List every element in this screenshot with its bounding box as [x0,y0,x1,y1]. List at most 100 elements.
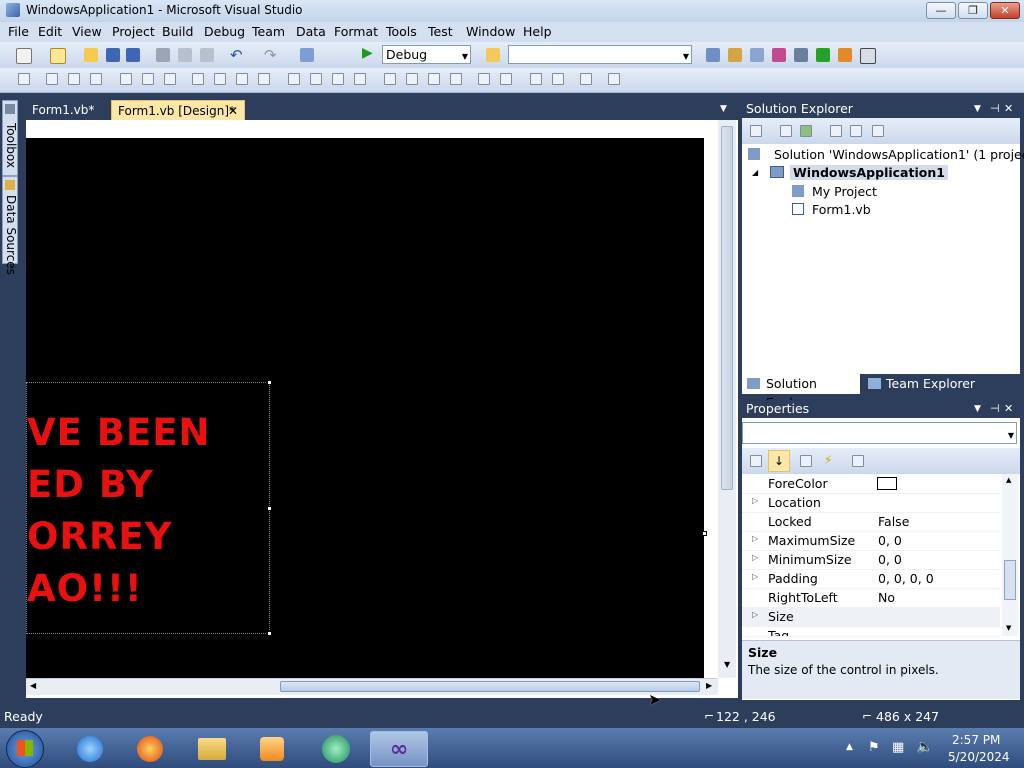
maximize-button[interactable]: ❐ [958,2,988,19]
save-icon[interactable] [106,48,120,62]
action-center-icon[interactable]: ⚑ [868,740,880,755]
tools-icon[interactable] [794,48,808,62]
clock-date[interactable]: 5/20/2024 [948,750,1010,764]
center-horizontally-icon[interactable] [478,73,490,85]
redo-icon[interactable]: ↷ [264,46,277,64]
align-bottoms-icon[interactable] [164,73,176,85]
volume-icon[interactable]: 🔈 [916,739,933,755]
find-in-files-icon[interactable] [486,48,500,62]
tab-form1-code[interactable]: Form1.vb* [26,100,110,122]
v-spacing-increase-icon[interactable] [406,73,418,85]
menu-project[interactable]: Project [112,24,155,39]
tree-item-solution[interactable]: Solution 'WindowsApplication1' (1 projec… [774,147,1024,162]
show-hidden-icons[interactable]: ▲ [846,742,853,752]
view-designer-icon[interactable] [850,125,862,137]
v-spacing-equal-icon[interactable] [384,73,396,85]
find-dropdown[interactable]: ▼ [508,45,692,64]
expand-icon[interactable]: ▷ [752,496,758,505]
scroll-left-icon[interactable]: ◀ [30,681,36,690]
align-centers-icon[interactable] [68,73,80,85]
properties-icon[interactable] [750,125,762,137]
firefox-taskbar-button[interactable] [122,731,178,767]
send-to-back-icon[interactable] [552,73,564,85]
close-tab-icon[interactable]: ✕ [228,101,238,121]
resize-handle[interactable] [267,506,272,511]
undo-icon[interactable]: ↶ [230,46,243,64]
new-project-icon[interactable] [16,48,32,64]
close-panel-icon[interactable]: ✕ [1004,100,1013,118]
media-player-taskbar-button[interactable] [244,731,300,767]
events-icon[interactable]: ⚡ [824,453,832,467]
menu-test[interactable]: Test [428,24,453,39]
properties-scrollbar[interactable]: ▲ ▼ [1002,474,1018,636]
vertical-scroll-thumb[interactable] [721,126,733,490]
property-row-locked[interactable]: Locked False [742,512,1000,532]
property-row-tag[interactable]: Tag [742,626,1000,637]
solution-explorer-icon[interactable] [706,48,720,62]
start-debugging-icon[interactable]: ▶ [362,45,373,61]
form-resize-handle[interactable] [702,531,707,536]
scroll-down-icon[interactable]: ▼ [724,660,730,669]
menu-file[interactable]: File [8,24,29,39]
property-row-padding[interactable]: ▷ Padding 0, 0, 0, 0 [742,569,1000,589]
tab-team-explorer[interactable]: Team Explorer [864,374,1014,394]
v-spacing-remove-icon[interactable] [450,73,462,85]
menu-tools[interactable]: Tools [386,24,417,39]
selected-label[interactable]: VE BEEN ED BY ORREY AO!!! [26,382,270,634]
solution-config-dropdown[interactable]: Debug ▼ [382,45,471,64]
properties-view-icon[interactable] [800,455,812,467]
tab-solution-explorer[interactable]: Solution Explorer [742,374,860,410]
explorer-taskbar-button[interactable] [184,731,240,767]
v-spacing-decrease-icon[interactable] [428,73,440,85]
alphabetical-icon[interactable]: ↓ [768,450,790,472]
tree-item-my-project[interactable]: My Project [812,184,877,199]
align-middles-icon[interactable] [142,73,154,85]
minimize-button[interactable]: — [926,2,956,19]
size-to-grid-icon[interactable] [214,73,226,85]
tab-form1-design[interactable]: Form1.vb [Design]* ✕ [111,100,245,122]
designer-vertical-scrollbar[interactable]: ▼ [718,120,736,678]
align-lefts-icon[interactable] [46,73,58,85]
align-rights-icon[interactable] [90,73,102,85]
class-diagram-icon[interactable] [872,125,884,137]
ie-taskbar-button[interactable] [62,731,118,767]
open-file-icon[interactable] [84,48,98,62]
scroll-right-icon[interactable]: ▶ [706,681,712,690]
object-selector-dropdown[interactable]: ▼ [742,422,1017,444]
data-sources-tab[interactable]: Data Sources [2,176,18,275]
visual-studio-taskbar-button[interactable]: ∞ [370,731,428,767]
menu-build[interactable]: Build [162,24,193,39]
view-code-icon[interactable] [830,125,842,137]
make-same-width-icon[interactable] [192,73,204,85]
property-row-minimumsize[interactable]: ▷ MinimumSize 0, 0 [742,550,1000,570]
class-view-icon[interactable] [838,48,852,62]
resize-handle[interactable] [267,380,272,385]
menu-data[interactable]: Data [296,24,326,39]
h-spacing-increase-icon[interactable] [310,73,322,85]
h-spacing-equal-icon[interactable] [288,73,300,85]
property-pages-icon[interactable] [852,455,864,467]
make-same-height-icon[interactable] [236,73,248,85]
save-all-icon[interactable] [126,48,140,62]
h-spacing-decrease-icon[interactable] [332,73,344,85]
lock-controls-icon[interactable] [608,73,620,85]
menu-format[interactable]: Format [334,24,378,39]
toolbox-tab[interactable]: Toolbox [2,100,18,176]
start-button[interactable] [6,730,44,768]
expand-icon[interactable]: ▷ [752,553,758,562]
clock-time[interactable]: 2:57 PM [952,733,1000,747]
close-button[interactable]: ✕ [990,2,1020,19]
navigate-icon[interactable] [300,48,314,62]
tree-item-project[interactable]: WindowsApplication1 [790,165,948,180]
align-to-grid-icon[interactable] [18,73,30,85]
resize-handle[interactable] [267,631,272,636]
pin-icon[interactable]: ⊣ [990,400,1000,418]
copy-icon[interactable] [178,48,192,62]
show-all-files-icon[interactable] [780,125,792,137]
center-vertically-icon[interactable] [500,73,512,85]
categorized-icon[interactable] [750,455,762,467]
scroll-down-icon[interactable]: ▼ [1006,624,1011,632]
app-taskbar-button[interactable] [308,731,364,767]
object-browser-icon[interactable] [750,48,764,62]
close-panel-icon[interactable]: ✕ [1004,400,1013,418]
